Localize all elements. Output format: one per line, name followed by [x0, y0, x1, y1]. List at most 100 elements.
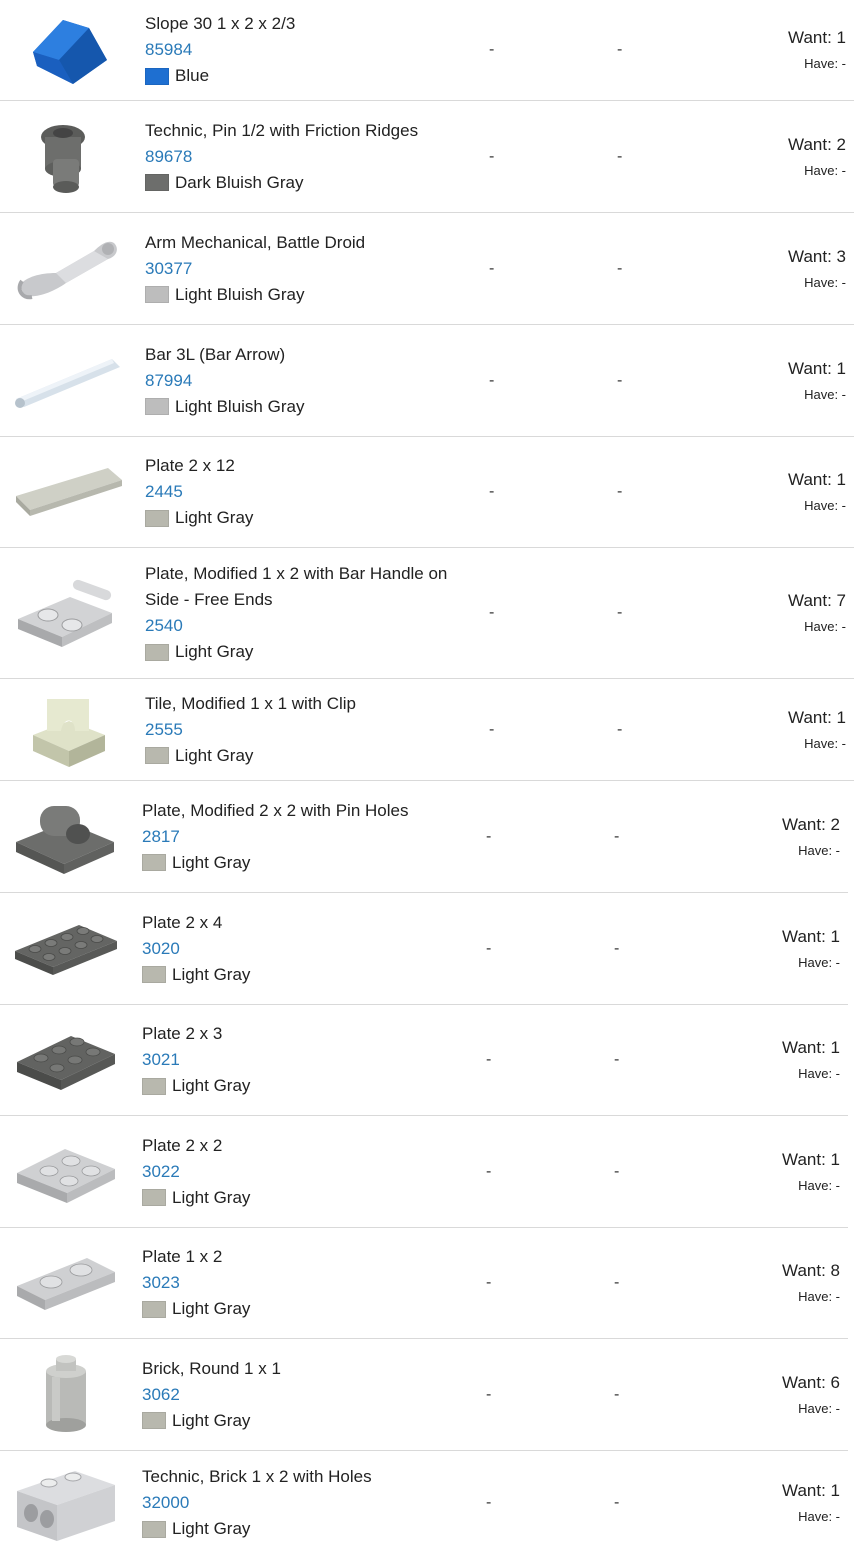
- plate-2x3-icon[interactable]: [11, 1005, 121, 1115]
- have-count: Have: -: [804, 735, 846, 751]
- part-number-link[interactable]: 87994: [145, 368, 475, 394]
- technic-pin-icon[interactable]: [14, 101, 124, 212]
- list-item[interactable]: Plate 2 x 2 3022 Light Gray - - Want: 1 Have: …: [0, 1116, 848, 1228]
- list-item[interactable]: Brick, Round 1 x 1 3062 Light Gray - - Want: …: [0, 1339, 848, 1451]
- part-name: Plate, Modified 2 x 2 with Pin Holes: [142, 800, 409, 820]
- value-cell-2: -: [617, 41, 623, 58]
- value-cell-1: -: [486, 827, 492, 845]
- list-item[interactable]: Plate, Modified 1 x 2 with Bar Handle on…: [0, 548, 854, 679]
- color-name: Light Gray: [172, 1187, 251, 1207]
- quantity: Want: 2 Have: -: [788, 131, 846, 183]
- value-cell-2: -: [617, 259, 623, 277]
- have-count: Have: -: [798, 1400, 840, 1416]
- list-item[interactable]: Technic, Brick 1 x 2 with Holes 32000 Ligh…: [0, 1451, 848, 1555]
- droid-arm-icon[interactable]: [14, 213, 124, 324]
- plate-2x12-icon[interactable]: [14, 437, 124, 547]
- part-name: Bar 3L (Bar Arrow): [145, 344, 286, 364]
- part-info: Plate, Modified 1 x 2 with Bar Handle on…: [145, 548, 475, 678]
- part-number-link[interactable]: 2540: [145, 613, 475, 639]
- plate-pinhole-icon[interactable]: [11, 781, 121, 892]
- want-count: Want: 1: [782, 1149, 840, 1169]
- part-color: Light Gray: [145, 743, 475, 769]
- value-cell-2: -: [614, 1385, 620, 1403]
- part-color: Blue: [145, 63, 475, 89]
- color-swatch: [142, 1300, 166, 1318]
- technic-brick-icon[interactable]: [11, 1451, 121, 1555]
- part-number-link[interactable]: 30377: [145, 256, 475, 282]
- color-swatch: [142, 1077, 166, 1095]
- plate-2x2-icon[interactable]: [11, 1116, 121, 1227]
- value-cell-2: -: [614, 827, 620, 845]
- part-number-link[interactable]: 2445: [145, 479, 475, 505]
- plate-handle-icon[interactable]: [14, 548, 124, 678]
- list-item[interactable]: Tile, Modified 1 x 1 with Clip 2555 Light …: [0, 679, 854, 781]
- part-color: Light Bluish Gray: [145, 282, 475, 308]
- color-swatch: [145, 174, 169, 191]
- part-number-link[interactable]: 3020: [142, 936, 472, 962]
- have-count: Have: -: [804, 386, 846, 402]
- value-cell-1: -: [489, 41, 495, 58]
- tile-clip-icon[interactable]: [14, 679, 124, 780]
- quantity: Want: 1 Have: -: [788, 704, 846, 756]
- quantity: Want: 2 Have: -: [782, 811, 840, 863]
- color-swatch: [145, 398, 169, 415]
- list-item[interactable]: Slope 30 1 x 2 x 2/3 85984 Blue - - Want: 1 Ha…: [0, 0, 854, 101]
- list-item[interactable]: Technic, Pin 1/2 with Friction Ridges 896…: [0, 101, 854, 213]
- color-name: Dark Bluish Gray: [175, 172, 304, 192]
- have-count: Have: -: [798, 842, 840, 858]
- quantity: Want: 1 Have: -: [788, 24, 846, 76]
- value-cell-2: -: [614, 1274, 620, 1291]
- plate-1x2-icon[interactable]: [11, 1228, 121, 1338]
- want-count: Want: 1: [788, 358, 846, 378]
- color-swatch: [142, 966, 166, 983]
- part-number-link[interactable]: 2817: [142, 824, 472, 850]
- list-item[interactable]: Plate 2 x 12 2445 Light Gray - - Want: 1 Have:…: [0, 437, 854, 548]
- color-name: Light Gray: [172, 1299, 251, 1318]
- value-cell-2: -: [614, 1162, 620, 1180]
- list-item[interactable]: Bar 3L (Bar Arrow) 87994 Light Bluish Gray…: [0, 325, 854, 437]
- part-number-link[interactable]: 32000: [142, 1490, 472, 1516]
- value-cell-1: -: [489, 371, 495, 389]
- part-number-link[interactable]: 3062: [142, 1382, 472, 1408]
- plate-2x4-icon[interactable]: [11, 893, 121, 1004]
- part-number-link[interactable]: 85984: [145, 37, 475, 63]
- part-name: Tile, Modified 1 x 1 with Clip: [145, 693, 357, 713]
- part-color: Light Gray: [142, 1073, 472, 1099]
- want-count: Want: 1: [782, 1481, 840, 1500]
- color-swatch: [142, 1412, 166, 1429]
- color-name: Light Gray: [175, 508, 254, 527]
- part-info: Plate 2 x 2 3022 Light Gray: [142, 1116, 472, 1227]
- part-name: Plate 2 x 12: [145, 456, 235, 475]
- color-swatch: [142, 1189, 166, 1206]
- color-name: Light Bluish Gray: [175, 396, 305, 416]
- value-cell-1: -: [489, 483, 495, 500]
- part-info: Technic, Brick 1 x 2 with Holes 32000 Ligh…: [142, 1451, 472, 1555]
- part-number-link[interactable]: 89678: [145, 144, 475, 170]
- have-count: Have: -: [798, 954, 840, 970]
- part-number-link[interactable]: 2555: [145, 717, 475, 743]
- list-item[interactable]: Arm Mechanical, Battle Droid 30377 Light B…: [0, 213, 854, 325]
- part-color: Light Gray: [142, 1408, 472, 1434]
- bar-icon[interactable]: [14, 325, 124, 436]
- part-number-link[interactable]: 3022: [142, 1159, 472, 1185]
- slope-blue-icon[interactable]: [14, 0, 124, 100]
- have-count: Have: -: [798, 1066, 840, 1081]
- part-number-link[interactable]: 3021: [142, 1047, 472, 1073]
- part-info: Bar 3L (Bar Arrow) 87994 Light Bluish Gray: [145, 325, 475, 436]
- round-brick-icon[interactable]: [11, 1339, 121, 1450]
- part-color: Light Gray: [142, 1185, 472, 1211]
- part-name: Plate 2 x 3: [142, 1024, 223, 1043]
- value-cell-1: -: [489, 720, 495, 738]
- part-name: Technic, Brick 1 x 2 with Holes: [142, 1467, 372, 1486]
- list-item[interactable]: Plate 1 x 2 3023 Light Gray - - Want: 8 Have: …: [0, 1228, 848, 1339]
- list-item[interactable]: Plate, Modified 2 x 2 with Pin Holes 2817…: [0, 781, 848, 893]
- color-swatch: [145, 286, 169, 303]
- list-item[interactable]: Plate 2 x 4 3020 Light Gray - - Want: 1 Have: …: [0, 893, 848, 1005]
- part-number-link[interactable]: 3023: [142, 1270, 472, 1296]
- have-count: Have: -: [804, 619, 846, 634]
- have-count: Have: -: [804, 498, 846, 513]
- value-cell-1: -: [486, 1385, 492, 1403]
- part-color: Light Gray: [142, 1296, 472, 1322]
- value-cell-2: -: [614, 939, 620, 957]
- list-item[interactable]: Plate 2 x 3 3021 Light Gray - - Want: 1 Have: …: [0, 1005, 848, 1116]
